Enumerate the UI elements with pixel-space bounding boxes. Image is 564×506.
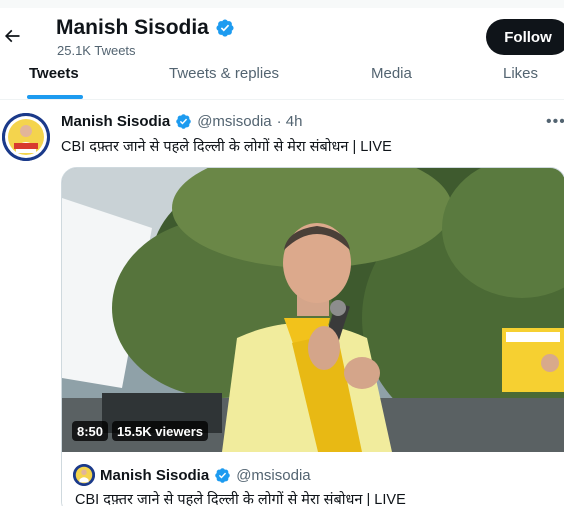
tab-likes[interactable]: Likes (503, 62, 538, 100)
tab-media[interactable]: Media (371, 62, 412, 100)
top-strip (0, 0, 564, 8)
video-frame (62, 168, 564, 452)
avatar[interactable] (2, 113, 50, 161)
quoted-tweet[interactable]: Manish Sisodia @msisodia CBI दफ़्तर जाने… (62, 452, 564, 506)
arrow-left-icon (4, 29, 20, 43)
back-button[interactable] (0, 24, 24, 48)
tab-tweets-and-replies[interactable]: Tweets & replies (169, 62, 279, 100)
follow-button[interactable]: Follow (486, 19, 564, 55)
author-handle[interactable]: @msisodia (197, 113, 271, 130)
profile-tabs: Tweets Tweets & replies Media Likes (0, 62, 564, 100)
live-video[interactable]: 8:50 15.5K viewers (62, 168, 564, 452)
profile-name: Manish Sisodia (56, 16, 209, 39)
tweet-header: Manish Sisodia @msisodia · 4h (61, 113, 302, 130)
tweet-time[interactable]: · 4h (277, 113, 303, 130)
more-icon[interactable]: ••• (546, 113, 564, 131)
quoted-author-handle: @msisodia (236, 466, 311, 484)
tweet-count: 25.1K Tweets (57, 43, 136, 58)
page-title: Manish Sisodia (56, 16, 235, 40)
profile-header: Manish Sisodia 25.1K Tweets Follow (0, 8, 564, 62)
tweet-text: CBI दफ़्तर जाने से पहले दिल्ली के लोगों … (61, 139, 392, 155)
quoted-tweet-header: Manish Sisodia @msisodia (73, 464, 311, 486)
quoted-author-name: Manish Sisodia (100, 466, 210, 484)
tweet[interactable]: Manish Sisodia @msisodia · 4h ••• CBI दफ… (0, 101, 564, 506)
avatar (73, 464, 95, 486)
author-name[interactable]: Manish Sisodia (61, 113, 170, 130)
viewer-count: 15.5K viewers (112, 421, 209, 441)
active-tab-indicator (27, 95, 83, 99)
verified-badge-icon (215, 467, 230, 483)
verified-badge-icon (176, 114, 191, 129)
media-card[interactable]: 8:50 15.5K viewers Manish Sisodia @msiso… (61, 167, 564, 506)
verified-badge-icon (216, 19, 234, 37)
video-duration: 8:50 (72, 421, 109, 441)
quoted-tweet-text: CBI दफ़्तर जाने से पहले दिल्ली के लोगों … (75, 492, 406, 506)
